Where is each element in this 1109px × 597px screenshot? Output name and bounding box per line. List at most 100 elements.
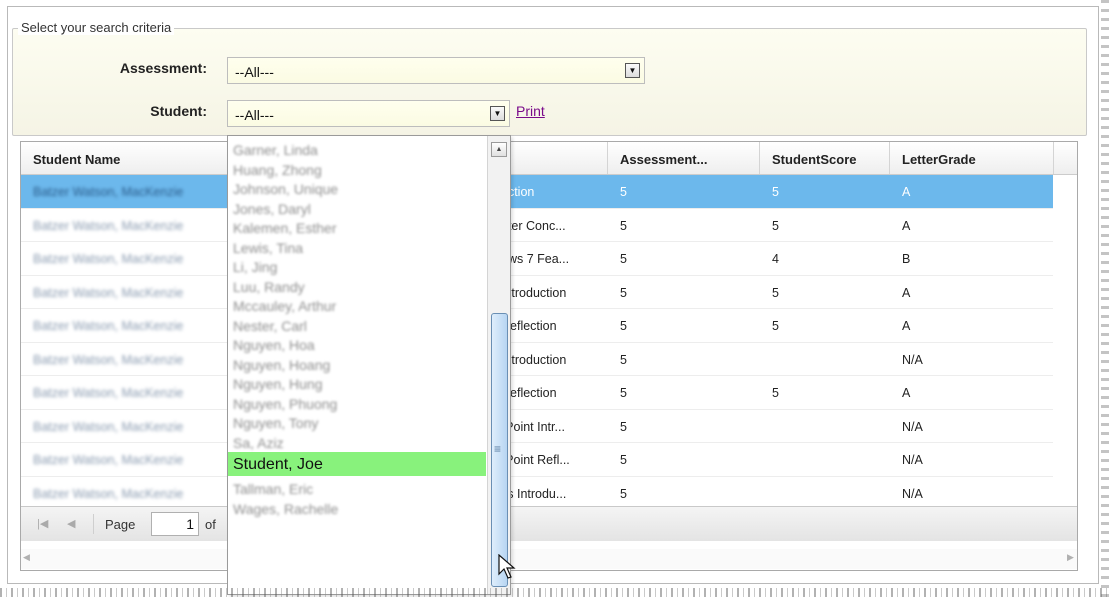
dropdown-item[interactable]: Li, Jing [228,257,486,276]
cell-name: Batzer Watson, MacKenzie [33,352,184,367]
cell-assessment: uter Conc... [501,218,566,233]
cell-assessment-count: 5 [620,386,627,400]
grip-icon: ≡ [494,442,502,456]
dropdown-item[interactable]: Mccauley, Arthur [228,296,486,315]
cell-assessment: ss Introdu... [501,486,567,501]
cell-name: Batzer Watson, MacKenzie [33,419,184,434]
dropdown-item[interactable]: Nguyen, Phuong [228,394,486,413]
horizontal-scrollbar[interactable]: ◀ ▶ [21,549,1077,569]
previous-page-icon[interactable]: ◀ [67,517,75,530]
cell-score [760,443,890,476]
cell-assessment-count: 5 [620,486,627,501]
dropdown-scrollbar[interactable]: ▲ ≡ [487,136,510,594]
chevron-down-icon[interactable]: ▼ [625,63,640,78]
dropdown-item[interactable]: Jones, Daryl [228,199,486,218]
paging-toolbar: |◀ ◀ Page 1 of [21,506,1077,541]
cell-assessment: rPoint Refl... [501,453,570,467]
dropdown-item[interactable]: Tallman, Eric [228,479,486,498]
table-row[interactable]: Batzer Watson, MacKenzie rPoint Refl... 5 N… [21,443,1053,477]
scroll-left-icon[interactable]: ◀ [23,552,30,563]
dropdown-item[interactable]: Kalemen, Esther [228,218,486,237]
dropdown-item[interactable]: Nguyen, Hoang [228,355,486,374]
cell-assessment-count: 5 [620,218,627,233]
cell-score: 5 [772,386,779,400]
dropdown-item[interactable]: Garner, Linda [228,140,486,159]
of-label: of [205,517,216,532]
chevron-down-icon[interactable]: ▼ [490,106,505,121]
cell-score: 4 [772,252,779,266]
cell-assessment-count: 5 [620,352,627,367]
cell-score: 5 [772,319,779,333]
first-page-icon[interactable]: |◀ [37,517,48,530]
cell-assessment: ows 7 Fea... [501,252,570,266]
dropdown-item[interactable]: Nguyen, Hung [228,374,486,393]
cell-assessment-count: 5 [620,185,627,199]
cell-grade: A [902,386,911,400]
criteria-legend: Select your search criteria [18,20,175,35]
cell-grade: N/A [902,419,923,434]
cell-grade: B [902,252,911,266]
table-row[interactable]: Batzer Watson, MacKenzie ss Introdu... 5 N/… [21,476,1053,510]
grid-header: Student Name Assessment... StudentScore … [21,142,1077,175]
student-label: Student: [150,103,207,119]
cell-grade: A [902,285,911,300]
cell-score [760,343,890,376]
table-row[interactable]: Batzer Watson, MacKenzie Introduction 5 N/A [21,342,1053,376]
dropdown-item[interactable]: Lewis, Tina [228,238,486,257]
page-number-input[interactable]: 1 [151,512,199,536]
scrollbar-thumb[interactable]: ≡ [491,313,508,587]
cell-name: Batzer Watson, MacKenzie [33,285,184,300]
assessment-select-value: --All--- [235,64,274,80]
cell-assessment: rPoint Intr... [501,419,565,434]
cell-assessment-count: 5 [620,453,627,467]
cell-assessment-count: 5 [620,319,627,333]
cell-grade: N/A [902,486,923,501]
cell-name: Batzer Watson, MacKenzie [33,486,184,501]
dropdown-item[interactable]: Luu, Randy [228,277,486,296]
cell-assessment-count: 5 [620,252,627,266]
cell-grade: N/A [902,453,923,467]
column-header-student-name[interactable]: Student Name [21,142,228,174]
student-dropdown-list: Garner, Linda Huang, Zhong Johnson, Unique… [227,135,511,595]
scroll-up-icon[interactable]: ▲ [491,142,507,157]
table-row[interactable]: Batzer Watson, MacKenzie Reflection 5 5 A [21,309,1053,343]
column-header-student-score[interactable]: StudentScore [760,142,890,174]
dropdown-item[interactable]: Nester, Carl [228,316,486,335]
cell-name: Batzer Watson, MacKenzie [33,252,184,266]
table-row[interactable]: Batzer Watson, MacKenzie Reflection 5 5 A [21,376,1053,410]
column-header-letter-grade[interactable]: LetterGrade [890,142,1054,174]
cell-name: Batzer Watson, MacKenzie [33,453,184,467]
assessment-select[interactable]: --All--- ▼ [227,57,645,84]
cell-name: Batzer Watson, MacKenzie [33,218,184,233]
cell-assessment-count: 5 [620,285,627,300]
table-row[interactable]: Batzer Watson, MacKenzie ows 7 Fea... 5 4 B [21,242,1053,276]
cell-assessment: Introduction [501,285,567,300]
dropdown-item[interactable]: Sa, Aziz [228,433,486,452]
cell-grade: A [902,218,911,233]
cell-score [760,410,890,443]
table-row[interactable]: Batzer Watson, MacKenzie rPoint Intr... 5 N… [21,409,1053,443]
results-grid: Student Name Assessment... StudentScore … [20,141,1078,571]
table-row[interactable]: Batzer Watson, MacKenzie uter Conc... 5 5 A [21,208,1053,242]
student-select-value: --All--- [235,107,274,123]
dropdown-item[interactable]: Johnson, Unique [228,179,486,198]
dropdown-item[interactable]: Nguyen, Hoa [228,335,486,354]
table-row[interactable]: Batzer Watson, MacKenzie Introduction 5 5 A [21,275,1053,309]
cell-score [760,477,890,510]
cell-assessment: Introduction [501,352,567,367]
table-row[interactable]: Batzer Watson, MacKenzie uction 5 5 A [21,175,1053,209]
cell-assessment-count: 5 [620,419,627,434]
column-header-assessment-count[interactable]: Assessment... [608,142,760,174]
cell-score: 5 [772,285,779,300]
dropdown-item[interactable]: Nguyen, Tony [228,413,486,432]
dropdown-item[interactable]: Student, Joe [228,452,486,476]
toolbar-separator [93,514,94,534]
print-link[interactable]: Print [516,103,545,119]
dropdown-item[interactable]: Wages, Rachelle [228,499,486,518]
dropdown-item[interactable]: Huang, Zhong [228,160,486,179]
assessment-label: Assessment: [119,60,207,76]
scroll-right-icon[interactable]: ▶ [1067,552,1074,563]
page-label: Page [105,517,136,532]
cell-grade: A [902,185,911,199]
student-select[interactable]: --All--- ▼ [227,100,510,127]
